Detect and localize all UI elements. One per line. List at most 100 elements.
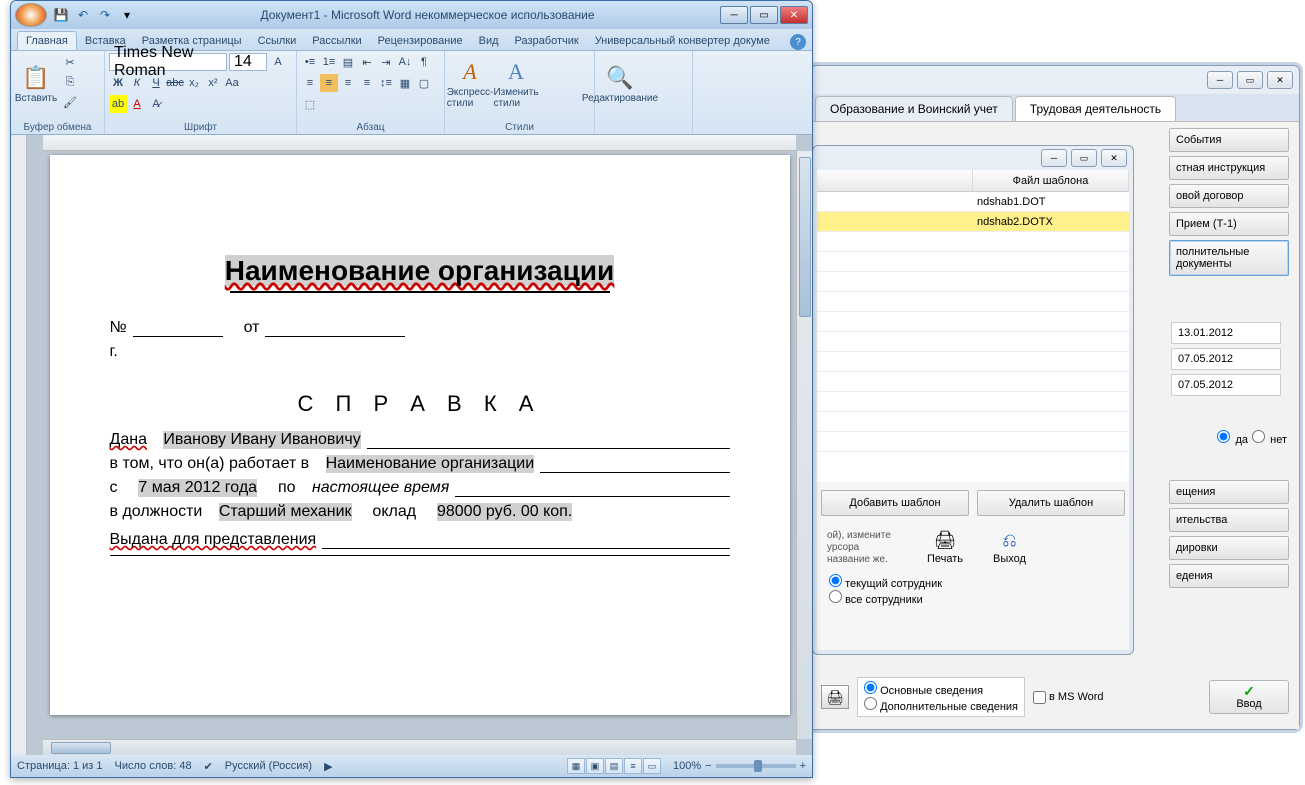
zoom-slider[interactable] [716, 764, 796, 768]
tab-home[interactable]: Главная [17, 31, 77, 50]
table-row[interactable] [817, 312, 1129, 332]
tab-developer[interactable]: Разработчик [507, 32, 587, 50]
undo-icon[interactable]: ↶ [75, 7, 91, 23]
font-name-combo[interactable]: Times New Roman [109, 53, 227, 71]
align-center-icon[interactable]: ≡ [320, 74, 338, 92]
shading-icon[interactable]: ▦ [396, 74, 414, 92]
maximize-button[interactable]: ▭ [1071, 149, 1097, 167]
titlebar[interactable]: ─ ▭ ✕ [811, 66, 1299, 94]
spellcheck-icon[interactable]: ✔ [204, 760, 213, 773]
basic-info-radio[interactable]: Основные сведения [864, 681, 1018, 697]
vertical-ruler[interactable] [11, 135, 27, 755]
justify-icon[interactable]: ≡ [358, 74, 376, 92]
table-row[interactable] [817, 432, 1129, 452]
save-icon[interactable]: 💾 [53, 7, 69, 23]
table-row[interactable]: ndshab2.DOTX [817, 212, 1129, 232]
align-right-icon[interactable]: ≡ [339, 74, 357, 92]
tab-education[interactable]: Образование и Воинский учет [815, 96, 1013, 121]
multilevel-icon[interactable]: ▤ [339, 53, 357, 71]
align-left-icon[interactable]: ≡ [301, 74, 319, 92]
cut-icon[interactable]: ✂ [61, 53, 79, 71]
print-button[interactable]: 🖨 Печать [927, 530, 963, 565]
format-painter-icon[interactable]: 🖌 [61, 93, 79, 111]
help-icon[interactable]: ? [790, 34, 806, 50]
table-row[interactable] [817, 292, 1129, 312]
change-styles-button[interactable]: A Изменить стили [495, 53, 537, 115]
col-template-file[interactable]: Файл шаблона [973, 170, 1129, 191]
indent-dec-icon[interactable]: ⇤ [358, 53, 376, 71]
tab-mailings[interactable]: Рассылки [304, 32, 369, 50]
zoom-control[interactable]: 100% − + [673, 760, 806, 772]
clear-format-icon[interactable]: A̷ [147, 95, 165, 113]
table-row[interactable] [817, 272, 1129, 292]
paste-button[interactable]: 📋 Вставить [15, 53, 57, 115]
events-button[interactable]: События [1169, 128, 1289, 152]
quick-styles-button[interactable]: A Экспресс-стили [449, 53, 491, 115]
minimize-button[interactable]: ─ [1041, 149, 1067, 167]
table-row[interactable] [817, 392, 1129, 412]
borders-icon[interactable]: ▢ [415, 74, 433, 92]
document-viewport[interactable]: Наименование организации № от г. С П Р А… [27, 135, 812, 755]
table-row[interactable] [817, 412, 1129, 432]
outline-icon[interactable]: ≡ [624, 758, 642, 774]
all-employees-radio[interactable]: все сотрудники [829, 590, 1117, 606]
strike-icon[interactable]: abc [166, 74, 184, 92]
subscript-icon[interactable]: x₂ [185, 74, 203, 92]
bold-icon[interactable]: Ж [109, 74, 127, 92]
highlight-icon[interactable]: ab [109, 95, 127, 113]
copy-icon[interactable]: ⎘ [61, 73, 79, 91]
show-marks-icon[interactable]: ¶ [415, 53, 433, 71]
word-titlebar[interactable]: 💾 ↶ ↷ ▾ Документ1 - Microsoft Word неком… [11, 1, 812, 29]
minimize-button[interactable]: ─ [720, 6, 748, 24]
more-button[interactable]: ительства [1169, 508, 1289, 532]
language-status[interactable]: Русский (Россия) [225, 760, 312, 772]
superscript-icon[interactable]: x² [204, 74, 222, 92]
exit-button[interactable]: ⎌ Выход [993, 530, 1026, 565]
more-button[interactable]: едения [1169, 564, 1289, 588]
template-grid[interactable]: ndshab1.DOT ndshab2.DOTX [817, 192, 1129, 482]
redo-icon[interactable]: ↷ [97, 7, 113, 23]
page-status[interactable]: Страница: 1 из 1 [17, 760, 103, 772]
tab-references[interactable]: Ссылки [250, 32, 305, 50]
horizontal-ruler[interactable] [43, 135, 796, 151]
line-spacing-icon[interactable]: ↕≡ [377, 74, 395, 92]
hire-button[interactable]: Прием (Т-1) [1169, 212, 1289, 236]
horizontal-scrollbar[interactable] [43, 739, 796, 755]
table-row[interactable] [817, 332, 1129, 352]
full-screen-icon[interactable]: ▣ [586, 758, 604, 774]
table-row[interactable] [817, 232, 1129, 252]
zoom-in-icon[interactable]: + [800, 760, 806, 772]
vertical-scrollbar[interactable] [796, 151, 812, 739]
indent-inc-icon[interactable]: ⇥ [377, 53, 395, 71]
font-color-icon[interactable]: A [128, 95, 146, 113]
submit-button[interactable]: ✓ Ввод [1209, 680, 1289, 714]
tab-view[interactable]: Вид [471, 32, 507, 50]
date-field[interactable]: 13.01.2012 [1171, 322, 1281, 344]
draft-icon[interactable]: ▭ [643, 758, 661, 774]
grow-font-icon[interactable]: A [269, 53, 287, 71]
no-radio[interactable]: нет [1252, 430, 1287, 446]
font-size-combo[interactable]: 14 [229, 53, 267, 71]
italic-icon[interactable]: К [128, 74, 146, 92]
delete-template-button[interactable]: Удалить шаблон [977, 490, 1125, 516]
extra-info-radio[interactable]: Дополнительные сведения [864, 697, 1018, 713]
table-row[interactable] [817, 372, 1129, 392]
dialog-titlebar[interactable]: ─ ▭ ✕ [813, 146, 1133, 170]
close-button[interactable]: ✕ [1267, 71, 1293, 89]
table-row[interactable]: ndshab1.DOT [817, 192, 1129, 212]
maximize-button[interactable]: ▭ [750, 6, 778, 24]
msword-checkbox[interactable]: в MS Word [1033, 691, 1104, 704]
numbering-icon[interactable]: 1≡ [320, 53, 338, 71]
close-button[interactable]: ✕ [780, 6, 808, 24]
table-row[interactable] [817, 252, 1129, 272]
web-layout-icon[interactable]: ▤ [605, 758, 623, 774]
contract-button[interactable]: овой договор [1169, 184, 1289, 208]
extra-docs-button[interactable]: полнительные документы [1169, 240, 1289, 276]
yes-radio[interactable]: да [1217, 430, 1248, 446]
word-count[interactable]: Число слов: 48 [115, 760, 192, 772]
tab-review[interactable]: Рецензирование [370, 32, 471, 50]
bullets-icon[interactable]: •≡ [301, 53, 319, 71]
zoom-out-icon[interactable]: − [705, 760, 711, 772]
sort-icon[interactable]: A↓ [396, 53, 414, 71]
table-row[interactable] [817, 352, 1129, 372]
